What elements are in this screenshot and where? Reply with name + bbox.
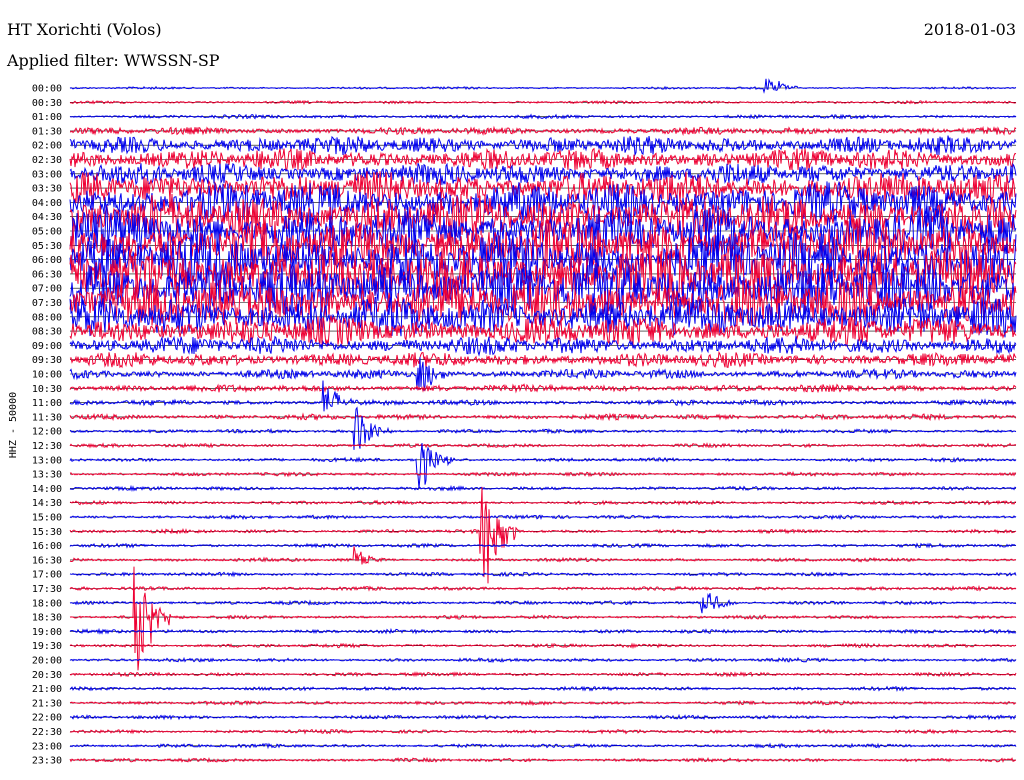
time-tick-label: 11:00 (32, 398, 62, 409)
time-tick-label: 03:30 (32, 184, 62, 195)
time-tick-label: 07:00 (32, 284, 62, 295)
seismic-trace (69, 699, 1017, 707)
time-tick-label: 10:30 (32, 384, 62, 395)
time-tick-label: 19:00 (32, 627, 62, 638)
time-tick-label: 01:00 (32, 112, 62, 123)
time-tick-label: 05:00 (32, 227, 62, 238)
time-tick-label: 10:00 (32, 370, 62, 381)
time-tick-label: 08:00 (32, 312, 62, 323)
y-axis-label-group: HHZ - 50000 (8, 392, 19, 458)
time-tick-label: 15:30 (32, 527, 62, 538)
seismic-trace (69, 162, 1017, 186)
seismic-trace (69, 713, 1017, 721)
time-tick-label: 00:00 (32, 84, 62, 95)
time-tick-label: 12:30 (32, 441, 62, 452)
time-tick-label: 12:00 (32, 427, 62, 438)
time-tick-label: 14:30 (32, 498, 62, 509)
time-tick-label: 13:30 (32, 470, 62, 481)
seismic-trace (69, 499, 1017, 506)
time-tick-label: 19:30 (32, 641, 62, 652)
time-tick-label: 02:30 (32, 155, 62, 166)
time-tick-label: 16:30 (32, 555, 62, 566)
time-tick-label: 14:00 (32, 484, 62, 495)
seismic-trace (69, 546, 1017, 565)
seismic-trace (69, 542, 1017, 549)
time-tick-label: 21:00 (32, 684, 62, 695)
time-tick-label: 04:30 (32, 212, 62, 223)
seismic-trace (69, 484, 1017, 492)
time-tick-label: 23:00 (32, 741, 62, 752)
time-tick-label: 17:30 (32, 584, 62, 595)
seismic-trace (69, 406, 1017, 450)
seismic-trace (69, 78, 1017, 94)
seismic-trace (69, 566, 1017, 671)
time-tick-label: 00:30 (32, 98, 62, 109)
time-tick-label: 07:30 (32, 298, 62, 309)
time-tick-label: 09:30 (32, 355, 62, 366)
time-tick-label: 08:30 (32, 327, 62, 338)
time-tick-label: 02:00 (32, 141, 62, 152)
time-tick-label: 01:30 (32, 126, 62, 137)
trace-group (69, 78, 1017, 763)
time-tick-label: 20:00 (32, 656, 62, 667)
time-tick-label: 18:00 (32, 598, 62, 609)
time-tick-label: 05:30 (32, 241, 62, 252)
time-tick-label: 17:00 (32, 570, 62, 581)
time-tick-label: 04:00 (32, 198, 62, 209)
seismic-trace (69, 442, 1017, 489)
time-tick-label: 18:30 (32, 613, 62, 624)
seismic-trace (69, 728, 1017, 735)
time-tick-label: 03:00 (32, 169, 62, 180)
time-tick-label: 22:30 (32, 727, 62, 738)
time-tick-label: 15:00 (32, 513, 62, 524)
y-axis-label: HHZ - 50000 (8, 392, 19, 458)
time-tick-group: 00:00 00:30 01:00 01:30 02:00 02:30 03:00 03:30… (32, 84, 62, 767)
seismic-trace (69, 380, 1017, 412)
time-tick-label: 20:30 (32, 670, 62, 681)
seismic-trace (69, 593, 1017, 614)
time-tick-label: 11:30 (32, 412, 62, 423)
time-tick-label: 09:00 (32, 341, 62, 352)
time-tick-label: 16:00 (32, 541, 62, 552)
time-tick-label: 23:30 (32, 756, 62, 767)
helicorder-plot: HHZ - 50000 00:00 00:30 01:00 01:30 02:00 02:… (8, 78, 1017, 767)
time-tick-label: 06:00 (32, 255, 62, 266)
time-tick-label: 06:30 (32, 269, 62, 280)
time-tick-label: 22:00 (32, 713, 62, 724)
time-tick-label: 21:30 (32, 698, 62, 709)
seismic-trace (69, 147, 1017, 172)
time-tick-label: 13:00 (32, 455, 62, 466)
